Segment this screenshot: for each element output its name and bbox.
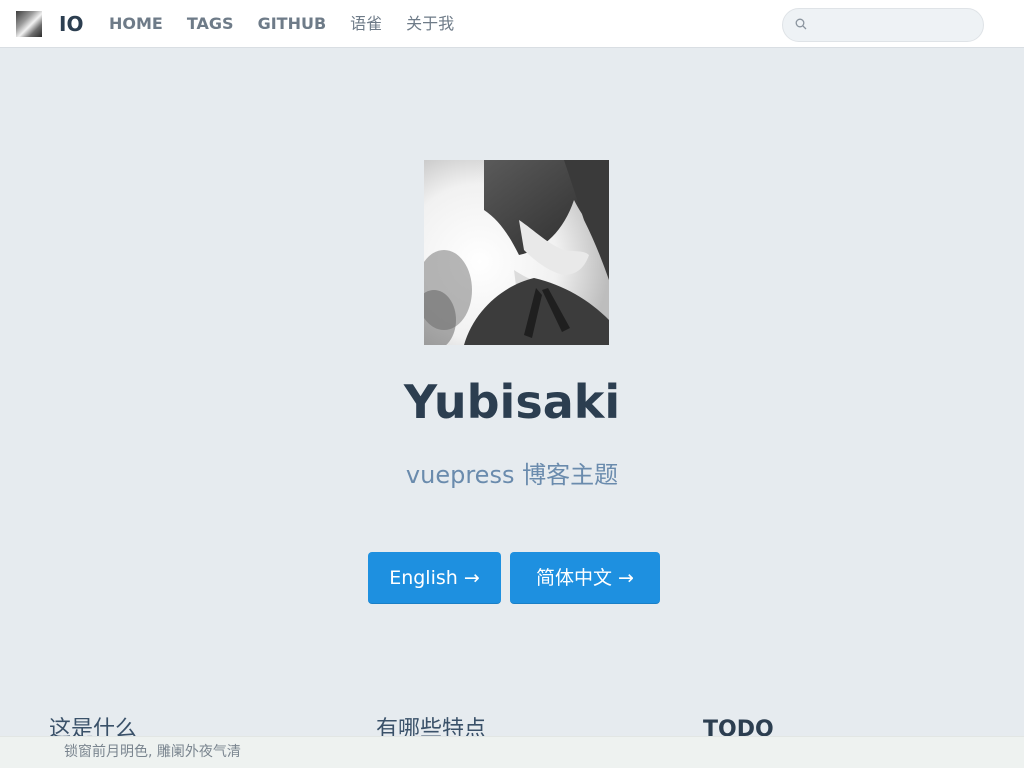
- nav-item-yuque[interactable]: 语雀: [350, 14, 382, 34]
- nav-links: HOME TAGS GITHUB 语雀 关于我: [109, 14, 478, 34]
- hero-title: Yubisaki: [403, 375, 621, 429]
- search-input[interactable]: [812, 12, 972, 38]
- nav-item-home[interactable]: HOME: [109, 14, 163, 34]
- nav-item-github[interactable]: GITHUB: [258, 14, 327, 34]
- footer-text: 锁窗前月明色, 雕阑外夜气清: [64, 744, 241, 760]
- chinese-button[interactable]: 简体中文 →: [510, 552, 660, 604]
- nav-item-tags[interactable]: TAGS: [187, 14, 234, 34]
- navbar: IO HOME TAGS GITHUB 语雀 关于我: [0, 0, 1024, 48]
- search-icon: [795, 18, 807, 30]
- hero-description: vuepress 博客主题: [405, 461, 619, 489]
- nav-item-about[interactable]: 关于我: [406, 14, 454, 34]
- site-name[interactable]: IO: [59, 12, 83, 36]
- english-button[interactable]: English →: [368, 552, 501, 604]
- site-logo[interactable]: [16, 11, 42, 37]
- hero-illustration: [424, 160, 609, 345]
- hero-image: [424, 160, 609, 345]
